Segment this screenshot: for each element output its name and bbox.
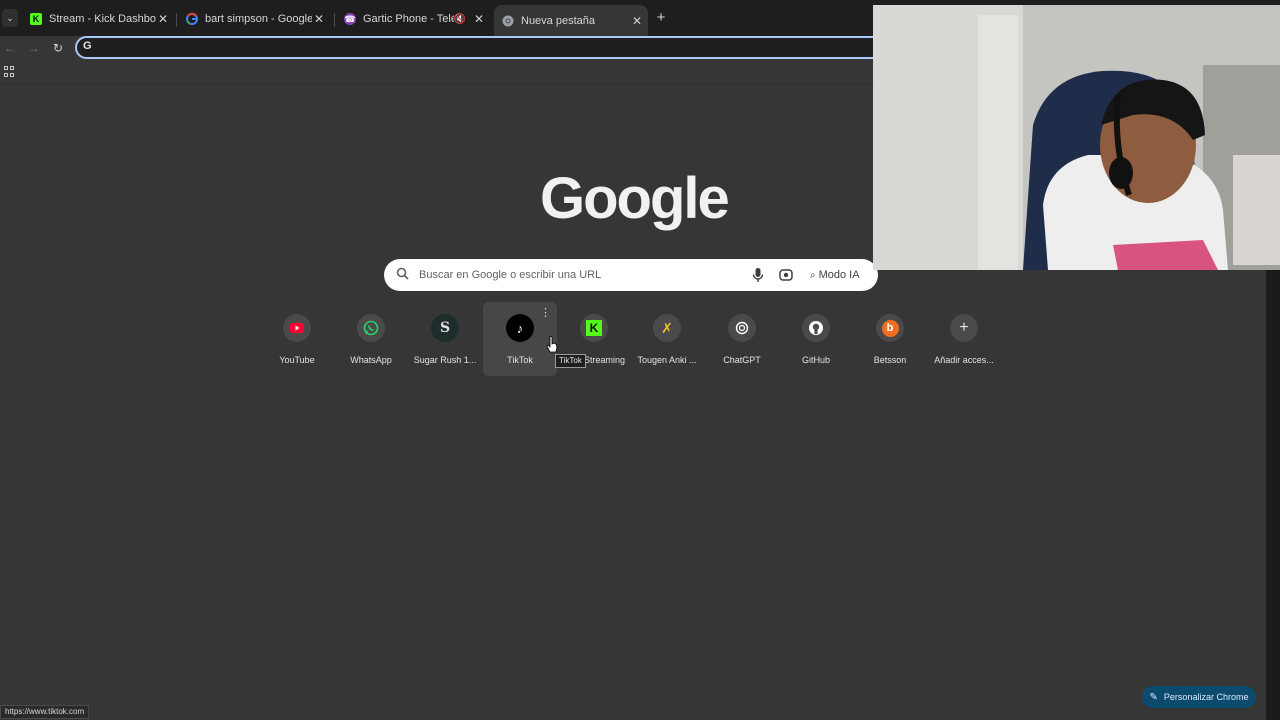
shortcut-label: WhatsApp bbox=[350, 355, 392, 365]
shortcut-github[interactable]: GitHub bbox=[779, 302, 853, 376]
shortcut-label: YouTube bbox=[279, 355, 315, 365]
betsson-icon: b bbox=[876, 314, 904, 342]
tab-kick-dashboard[interactable]: K Stream - Kick Dashboard ✕ bbox=[22, 6, 174, 32]
ai-search-icon: ⌕ bbox=[810, 269, 816, 281]
chatgpt-icon bbox=[728, 314, 756, 342]
shortcut-label: TikTok bbox=[507, 355, 533, 365]
reload-button[interactable]: ↻ bbox=[49, 39, 67, 57]
forward-button[interactable]: → bbox=[25, 39, 43, 57]
google-g-icon: G bbox=[83, 40, 92, 52]
youtube-icon bbox=[283, 314, 311, 342]
search-icon bbox=[396, 267, 409, 280]
more-vert-icon[interactable]: ⋮ bbox=[540, 308, 551, 319]
shortcut-label: GitHub bbox=[801, 355, 830, 365]
muted-speaker-icon[interactable]: 🔇 bbox=[454, 14, 466, 25]
new-tab-button[interactable]: + bbox=[653, 10, 669, 26]
ai-mode-button[interactable]: ⌕ Modo IA bbox=[804, 265, 866, 285]
shortcut-add[interactable]: + Añadir acces... bbox=[927, 302, 1001, 376]
tab-title: Stream - Kick Dashboard bbox=[49, 13, 156, 25]
close-icon[interactable]: ✕ bbox=[472, 12, 486, 26]
reload-icon: ↻ bbox=[52, 41, 64, 55]
whatsapp-icon bbox=[357, 314, 385, 342]
shortcut-label: Sugar Rush 1... bbox=[413, 355, 477, 365]
google-logo: Google bbox=[540, 166, 730, 231]
tab-google-search[interactable]: bart simpson - Google Search ✕ bbox=[178, 6, 330, 32]
shortcut-label: ChatGPT bbox=[723, 355, 761, 365]
tab-gartic-phone[interactable]: ☎ Gartic Phone - Teléfono De 🔇 ✕ bbox=[336, 6, 490, 32]
close-icon[interactable]: ✕ bbox=[156, 12, 170, 26]
gartic-phone-icon: ☎ bbox=[344, 13, 356, 25]
customize-label: Personalizar Chrome bbox=[1163, 692, 1249, 702]
tooltip: TikTok bbox=[555, 354, 586, 368]
tiktok-icon: ♪ bbox=[506, 314, 534, 342]
kick-icon: K bbox=[580, 314, 608, 342]
plus-icon: + bbox=[950, 314, 978, 342]
back-button[interactable]: ← bbox=[1, 39, 19, 57]
camera-lens-icon[interactable] bbox=[778, 267, 794, 283]
tougen-anki-icon: ✗ bbox=[653, 314, 681, 342]
shortcuts-grid: YouTube WhatsApp S Sugar Rush 1... ♪ ⋮ T… bbox=[260, 302, 1010, 378]
right-edge-bar bbox=[1266, 270, 1280, 720]
chevron-down-icon: ⌄ bbox=[6, 12, 14, 23]
close-icon[interactable]: ✕ bbox=[312, 12, 326, 26]
google-icon bbox=[186, 13, 198, 25]
chrome-icon bbox=[502, 15, 514, 27]
status-bar-url: https://www.tiktok.com bbox=[0, 705, 90, 719]
tab-separator bbox=[334, 13, 335, 27]
search-placeholder: Buscar en Google o escribir una URL bbox=[419, 269, 602, 281]
arrow-right-icon: → bbox=[28, 41, 40, 55]
shortcut-betsson[interactable]: b Betsson bbox=[853, 302, 927, 376]
hand-cursor-icon bbox=[546, 336, 558, 353]
tab-title: Nueva pestaña bbox=[521, 14, 595, 27]
shortcut-chatgpt[interactable]: ChatGPT bbox=[705, 302, 779, 376]
browser-window: ⌄ K Stream - Kick Dashboard ✕ bart simps… bbox=[0, 0, 1280, 720]
tab-title: Gartic Phone - Teléfono De bbox=[363, 13, 454, 25]
webcam-overlay bbox=[873, 5, 1280, 270]
shortcut-sugar-rush[interactable]: S Sugar Rush 1... bbox=[408, 302, 482, 376]
customize-chrome-button[interactable]: ✎ Personalizar Chrome bbox=[1142, 686, 1256, 708]
shortcut-label: Betsson bbox=[873, 355, 907, 365]
shortcut-label: Añadir acces... bbox=[934, 355, 994, 365]
address-bar[interactable]: G bbox=[75, 36, 885, 59]
ai-mode-label: Modo IA bbox=[818, 269, 860, 281]
close-icon[interactable]: ✕ bbox=[630, 14, 644, 28]
search-box[interactable]: Buscar en Google o escribir una URL ⌕ Mo… bbox=[384, 259, 878, 291]
tab-new-tab[interactable]: Nueva pestaña ✕ bbox=[494, 5, 648, 36]
sugar-rush-icon: S bbox=[431, 314, 459, 342]
shortcut-whatsapp[interactable]: WhatsApp bbox=[334, 302, 408, 376]
shortcut-label: Tougen Anki ... bbox=[637, 355, 697, 365]
github-icon bbox=[802, 314, 830, 342]
apps-grid-icon[interactable] bbox=[4, 66, 15, 77]
plus-icon: + bbox=[656, 9, 666, 26]
tab-search-button[interactable]: ⌄ bbox=[2, 9, 18, 27]
tab-title: bart simpson - Google Search bbox=[205, 13, 312, 25]
microphone-icon[interactable] bbox=[750, 266, 766, 284]
tab-separator bbox=[176, 13, 177, 27]
kick-icon: K bbox=[30, 13, 42, 25]
shortcut-tougen-anki[interactable]: ✗ Tougen Anki ... bbox=[630, 302, 704, 376]
shortcut-youtube[interactable]: YouTube bbox=[260, 302, 334, 376]
arrow-left-icon: ← bbox=[4, 41, 16, 55]
pencil-icon: ✎ bbox=[1149, 691, 1158, 703]
